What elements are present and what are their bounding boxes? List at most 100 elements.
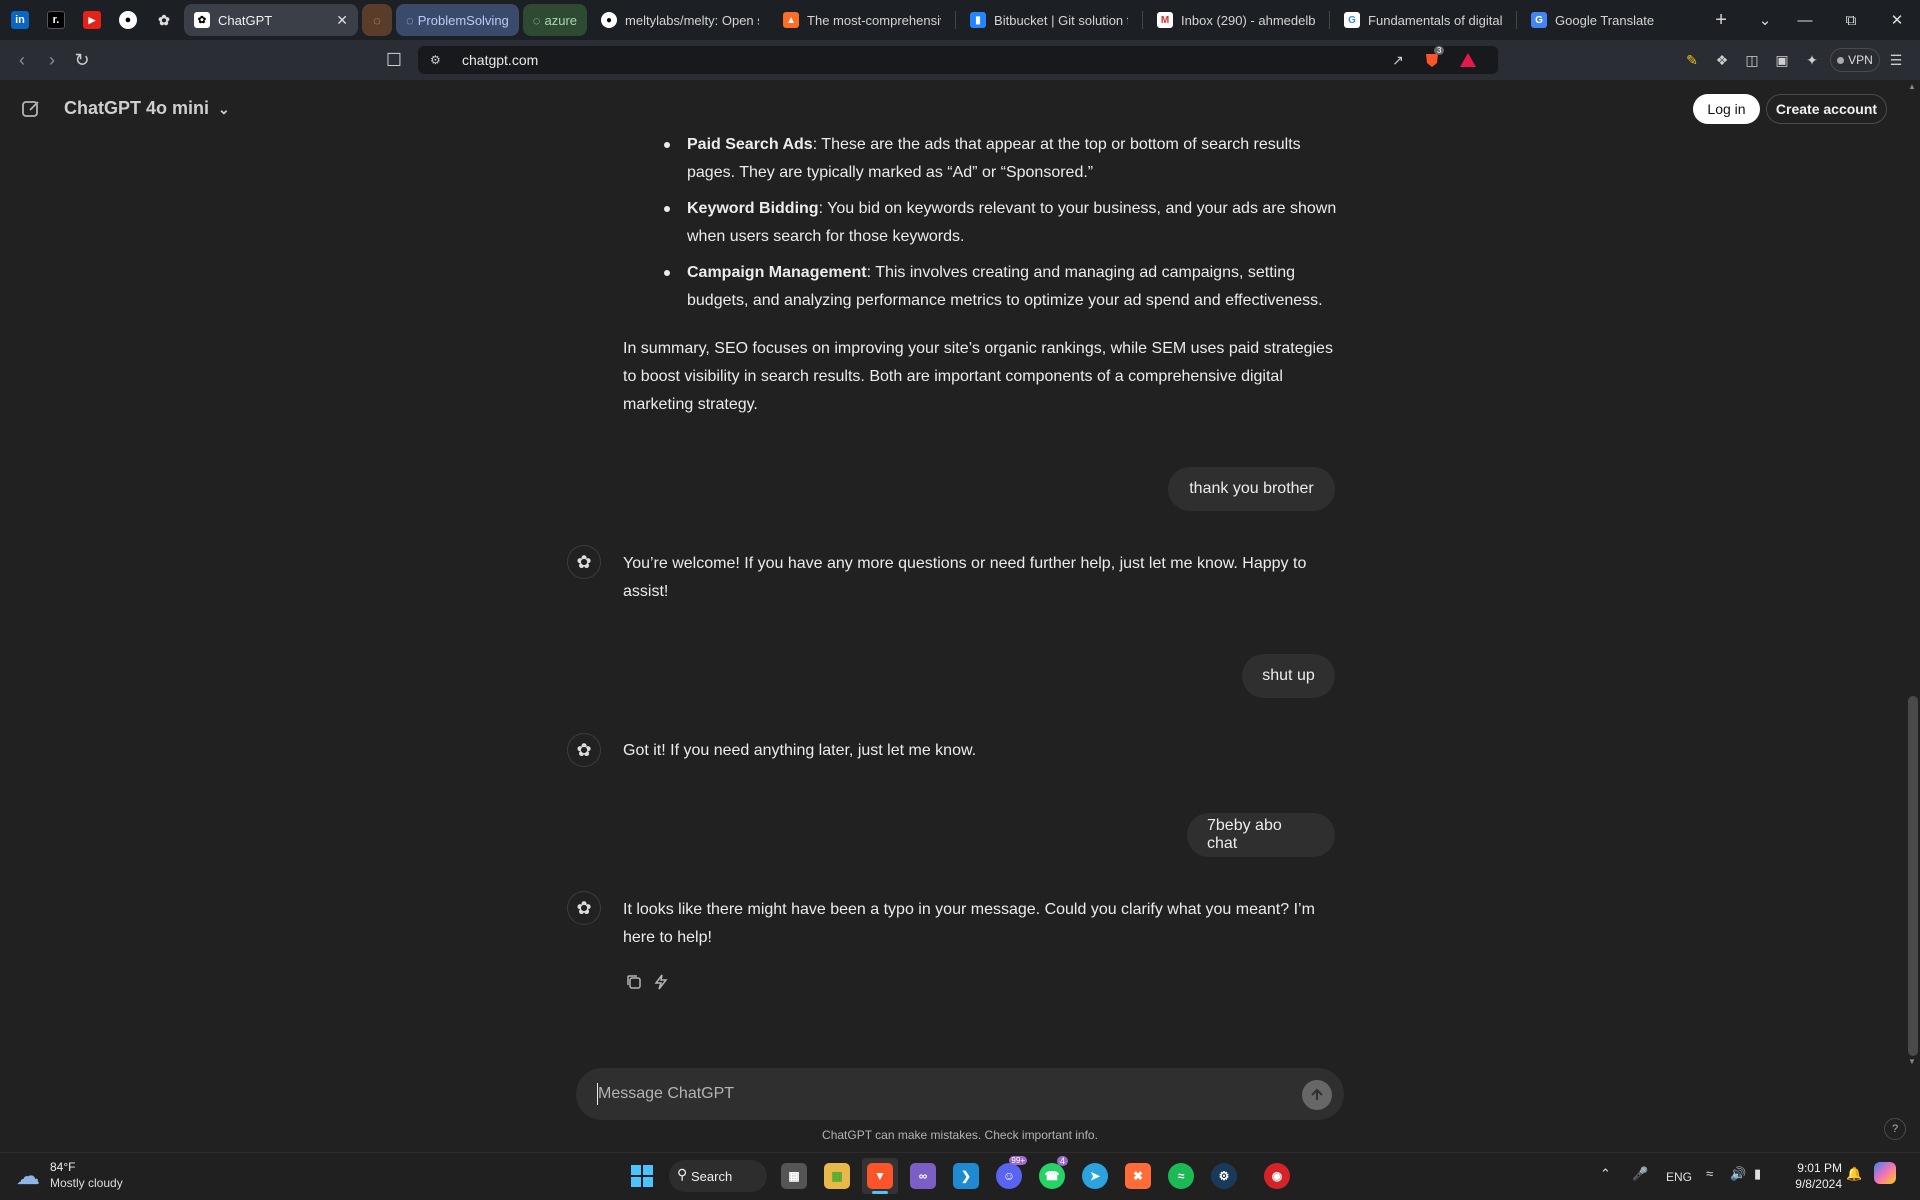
brave-app[interactable]: ▼ — [862, 1158, 898, 1194]
wifi-icon[interactable]: ≈ — [1706, 1166, 1713, 1181]
openai-icon: ✿ — [194, 12, 210, 28]
pinned-tab-youtube[interactable]: ▶ — [76, 4, 108, 36]
create-account-button[interactable]: Create account — [1766, 94, 1887, 124]
model-selector[interactable]: ChatGPT 4o mini ⌄ — [64, 98, 230, 119]
summary-line: to boost visibility in search results. B… — [623, 368, 1283, 385]
search-label: Search — [691, 1168, 733, 1184]
copy-button[interactable] — [625, 973, 645, 993]
brave-rewards-button[interactable] — [1458, 50, 1478, 70]
new-tab-button[interactable]: + — [1703, 4, 1739, 36]
copilot-icon[interactable] — [1874, 1162, 1896, 1184]
weather-widget[interactable]: ☁ 84°F Mostly cloudy — [14, 1158, 144, 1194]
language-indicator[interactable]: ENG — [1666, 1170, 1692, 1184]
wallet-button[interactable]: ▣ — [1772, 50, 1792, 70]
whatsapp-icon: ☎ — [1039, 1163, 1065, 1189]
tab-google[interactable]: G Fundamentals of digital — [1334, 4, 1512, 36]
game-app[interactable]: ◉ — [1259, 1158, 1295, 1194]
rewards-triangle-icon — [1460, 53, 1476, 67]
postman-app[interactable]: ✖ — [1120, 1158, 1156, 1194]
tab-title: Fundamentals of digital — [1368, 12, 1503, 28]
file-explorer-app[interactable]: ▦ — [819, 1158, 855, 1194]
menu-button[interactable]: ☰ — [1886, 50, 1906, 70]
sidebar-button[interactable]: ◫ — [1742, 50, 1762, 70]
login-button[interactable]: Log in — [1693, 94, 1760, 124]
active-indicator — [872, 1191, 888, 1194]
arrow-left-icon: ‹ — [19, 49, 25, 70]
extensions-button[interactable]: ❖ — [1712, 50, 1732, 70]
tab-title: ChatGPT — [218, 12, 273, 28]
help-button[interactable]: ? — [1884, 1118, 1906, 1140]
new-chat-button[interactable] — [20, 98, 44, 122]
taskbar-search[interactable]: ⚲ Search — [669, 1160, 767, 1192]
tab-group-problemsolving[interactable]: ◌ ProblemSolving — [396, 4, 519, 36]
address-bar[interactable]: ⚙ chatgpt.com — [418, 46, 1498, 74]
tab-bitbucket[interactable]: ▮ Bitbucket | Git solution f — [960, 4, 1138, 36]
clock[interactable]: 9:01 PM 9/8/2024 — [1780, 1160, 1842, 1192]
brave-shields-button[interactable]: 3 — [1422, 46, 1445, 70]
vpn-button[interactable]: VPN — [1830, 48, 1880, 72]
tab-melty[interactable]: ● meltylabs/melty: Open s — [591, 4, 769, 36]
message-input[interactable] — [598, 1082, 1298, 1106]
assistant-message-line: It looks like there might have been a ty… — [623, 901, 1315, 918]
tab-separator — [1329, 11, 1331, 29]
share-button[interactable]: ↗ — [1388, 50, 1408, 70]
weather-desc: Mostly cloudy — [50, 1176, 123, 1190]
bookmark-button[interactable]: ☐ — [382, 48, 406, 72]
pinned-tab-github[interactable]: ● — [112, 4, 144, 36]
discord-app[interactable]: ☺ 99+ — [991, 1156, 1027, 1194]
close-icon[interactable]: ✕ — [328, 12, 348, 29]
steam-app[interactable]: ⚙ — [1206, 1158, 1242, 1194]
bullet-dot — [664, 270, 670, 276]
back-button[interactable]: ‹ — [10, 48, 34, 72]
gitlab-icon: ▲ — [783, 12, 800, 28]
windows-icon — [631, 1165, 653, 1187]
tab-gitlab[interactable]: ▲ The most-comprehensiv — [773, 4, 951, 36]
tab-google-translate[interactable]: G Google Translate — [1521, 4, 1699, 36]
battery-icon[interactable]: ▮ — [1754, 1166, 1761, 1182]
tab-gmail[interactable]: M Inbox (290) - ahmedelba — [1147, 4, 1325, 36]
reload-button[interactable]: ↻ — [70, 48, 94, 72]
summary-line: marketing strategy. — [623, 396, 758, 413]
scroll-up-icon: ▲ — [1908, 82, 1916, 91]
reload-icon: ↻ — [74, 49, 90, 70]
pinned-tab-openai[interactable]: ✿ — [148, 4, 180, 36]
restore-button[interactable]: ⧉ — [1828, 0, 1874, 40]
visual-studio-app[interactable]: ∞ — [905, 1158, 941, 1194]
tab-chatgpt[interactable]: ✿ ChatGPT ✕ — [184, 4, 358, 36]
minimize-icon: — — [1797, 11, 1813, 29]
close-window-button[interactable]: ✕ — [1874, 0, 1920, 40]
pinned-tab-linkedin[interactable]: in — [4, 4, 36, 36]
site-settings-icon[interactable]: ⚙ — [430, 53, 441, 67]
scrollbar-thumb[interactable] — [1908, 696, 1918, 1056]
spotify-icon: ≈ — [1168, 1163, 1194, 1189]
extension-pin[interactable]: ✎ — [1682, 50, 1702, 70]
assistant-avatar: ✿ — [567, 891, 601, 925]
task-view-button[interactable]: ▦ — [776, 1158, 812, 1194]
arrow-right-icon: › — [49, 49, 55, 70]
browser-tab-strip: in r. ▶ ● ✿ ✿ ChatGPT ✕ ◌ ◌ ProblemSolvi… — [0, 0, 1920, 40]
forward-button[interactable]: › — [40, 48, 64, 72]
bullet-dot — [664, 142, 670, 148]
spotify-app[interactable]: ≈ — [1163, 1158, 1199, 1194]
start-button[interactable] — [624, 1158, 660, 1194]
tray-overflow-button[interactable]: ⌃ — [1600, 1166, 1611, 1182]
leo-ai-button[interactable]: ✦ — [1802, 50, 1822, 70]
vscode-app[interactable]: ❯ — [948, 1158, 984, 1194]
close-icon: ✕ — [1890, 12, 1904, 29]
telegram-app[interactable]: ➤ — [1077, 1158, 1113, 1194]
disclaimer: ChatGPT can make mistakes. Check importa… — [822, 1128, 1098, 1142]
send-button[interactable] — [1302, 1080, 1332, 1110]
microphone-icon[interactable]: 🎤 — [1632, 1166, 1648, 1182]
openai-icon: ✿ — [576, 739, 592, 760]
pinned-tab-r[interactable]: r. — [40, 4, 72, 36]
whatsapp-app[interactable]: ☎ 4 — [1034, 1156, 1070, 1194]
assistant-message-line: Got it! If you need anything later, just… — [623, 742, 977, 759]
bullet-text: : You bid on keywords relevant to your b… — [818, 200, 1337, 217]
tab-group-collapsed[interactable]: ◌ — [362, 4, 392, 36]
regenerate-button[interactable] — [652, 973, 672, 993]
volume-icon[interactable]: 🔊 — [1730, 1166, 1746, 1182]
minimize-button[interactable]: — — [1782, 0, 1828, 40]
tab-group-azure[interactable]: ◌ azure — [522, 4, 588, 36]
notification-bell-icon[interactable]: 🔔 — [1846, 1166, 1862, 1182]
user-message: 7beby abo chat — [1187, 813, 1335, 857]
